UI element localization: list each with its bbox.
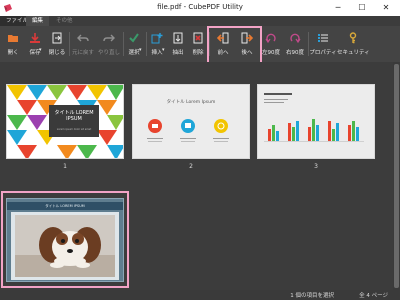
extract-label: 抽出 <box>172 50 184 56</box>
toolbar-separator <box>209 32 210 56</box>
security-label: セキュリティ <box>337 50 370 56</box>
page-thumbnail-2[interactable]: タイトル Lorem Ipsum <box>132 84 250 159</box>
save-dropdown[interactable]: ▾ <box>39 29 45 59</box>
page-number-3: 3 <box>314 163 318 170</box>
move-next-icon <box>241 32 253 44</box>
redo-button[interactable]: やり直し <box>96 29 122 59</box>
page-3-preview <box>264 93 364 142</box>
close-file-label: 閉じる <box>48 50 66 56</box>
page-1-title: タイトル LOREM IPSUM <box>51 110 97 122</box>
extract-icon <box>173 32 183 44</box>
delete-icon <box>193 32 203 44</box>
dog-photo <box>15 215 115 277</box>
close-file-icon <box>52 32 62 44</box>
page-number-2: 2 <box>189 163 193 170</box>
open-label: 開く <box>7 50 19 56</box>
security-key-icon <box>349 32 357 44</box>
move-next-label: 後へ <box>241 50 253 56</box>
security-button[interactable]: セキュリティ <box>337 29 370 59</box>
toolbar: 開く 保存 ▾ 閉じる 元に戻す やり直し 選択 ▾ 挿入 ▾ 抽出 削除 前へ… <box>0 26 400 62</box>
rotate-right-button[interactable]: 右90度 <box>283 29 307 59</box>
selection-status: 1 個の項目を選択 <box>290 293 334 299</box>
redo-icon <box>103 34 115 42</box>
rotate-left-label: 左90度 <box>262 50 280 56</box>
chevron-down-icon: ▾ <box>139 47 142 53</box>
page-number-1: 1 <box>63 163 67 170</box>
undo-icon <box>77 34 89 42</box>
rotate-left-button[interactable]: 左90度 <box>259 29 283 59</box>
tab-other[interactable]: その他 <box>50 16 79 26</box>
maximize-button[interactable]: ☐ <box>350 0 374 16</box>
properties-icon <box>318 34 328 42</box>
undo-label: 元に戻す <box>71 50 94 56</box>
move-previous-label: 前へ <box>217 50 229 56</box>
move-previous-button[interactable]: 前へ <box>211 29 235 59</box>
vertical-scrollbar[interactable] <box>393 62 400 290</box>
move-previous-icon <box>217 32 229 44</box>
move-next-button[interactable]: 後へ <box>235 29 259 59</box>
rotate-right-label: 右90度 <box>286 50 304 56</box>
page-2-preview <box>147 119 229 142</box>
page-thumbnail-4[interactable]: タイトル LOREM IPSUM <box>6 198 124 282</box>
delete-label: 削除 <box>192 50 204 56</box>
minimize-button[interactable]: ─ <box>326 0 350 16</box>
title-bar: file.pdf - CubePDF Utility ─ ☐ ✕ <box>0 0 400 16</box>
page-1-preview <box>7 85 123 158</box>
delete-button[interactable]: 削除 <box>188 29 208 59</box>
undo-button[interactable]: 元に戻す <box>70 29 96 59</box>
redo-label: やり直し <box>97 50 120 56</box>
close-file-button[interactable]: 閉じる <box>46 29 68 59</box>
tab-edit[interactable]: 編集 <box>26 16 50 26</box>
chevron-down-icon: ▾ <box>39 47 42 53</box>
status-bar: 1 個の項目を選択 全 4 ページ <box>0 290 400 300</box>
page-1-subtitle: Lorem ipsum dolor sit amet <box>56 128 92 131</box>
open-button[interactable]: 開く <box>2 29 24 59</box>
page-1-title-line-2: IPSUM <box>66 116 82 122</box>
open-folder-icon <box>8 35 18 42</box>
select-dropdown[interactable]: ▾ <box>139 29 145 59</box>
extract-button[interactable]: 抽出 <box>168 29 188 59</box>
scrollbar-thumb[interactable] <box>394 64 399 288</box>
chevron-down-icon: ▾ <box>162 47 165 53</box>
close-button[interactable]: ✕ <box>374 0 398 16</box>
page-thumbnail-1[interactable]: タイトル LOREM IPSUM Lorem ipsum dolor sit a… <box>6 84 124 159</box>
page-thumbnail-3[interactable] <box>257 84 375 159</box>
properties-button[interactable]: プロパティ <box>309 29 337 59</box>
rotate-right-icon <box>290 33 301 44</box>
page-count-status: 全 4 ページ <box>359 293 388 299</box>
page-4-title: タイトル LOREM IPSUM <box>45 204 85 208</box>
properties-label: プロパティ <box>309 50 337 56</box>
ribbon-tabs: ファイル 編集 その他 <box>0 16 400 26</box>
rotate-left-icon <box>265 33 276 44</box>
